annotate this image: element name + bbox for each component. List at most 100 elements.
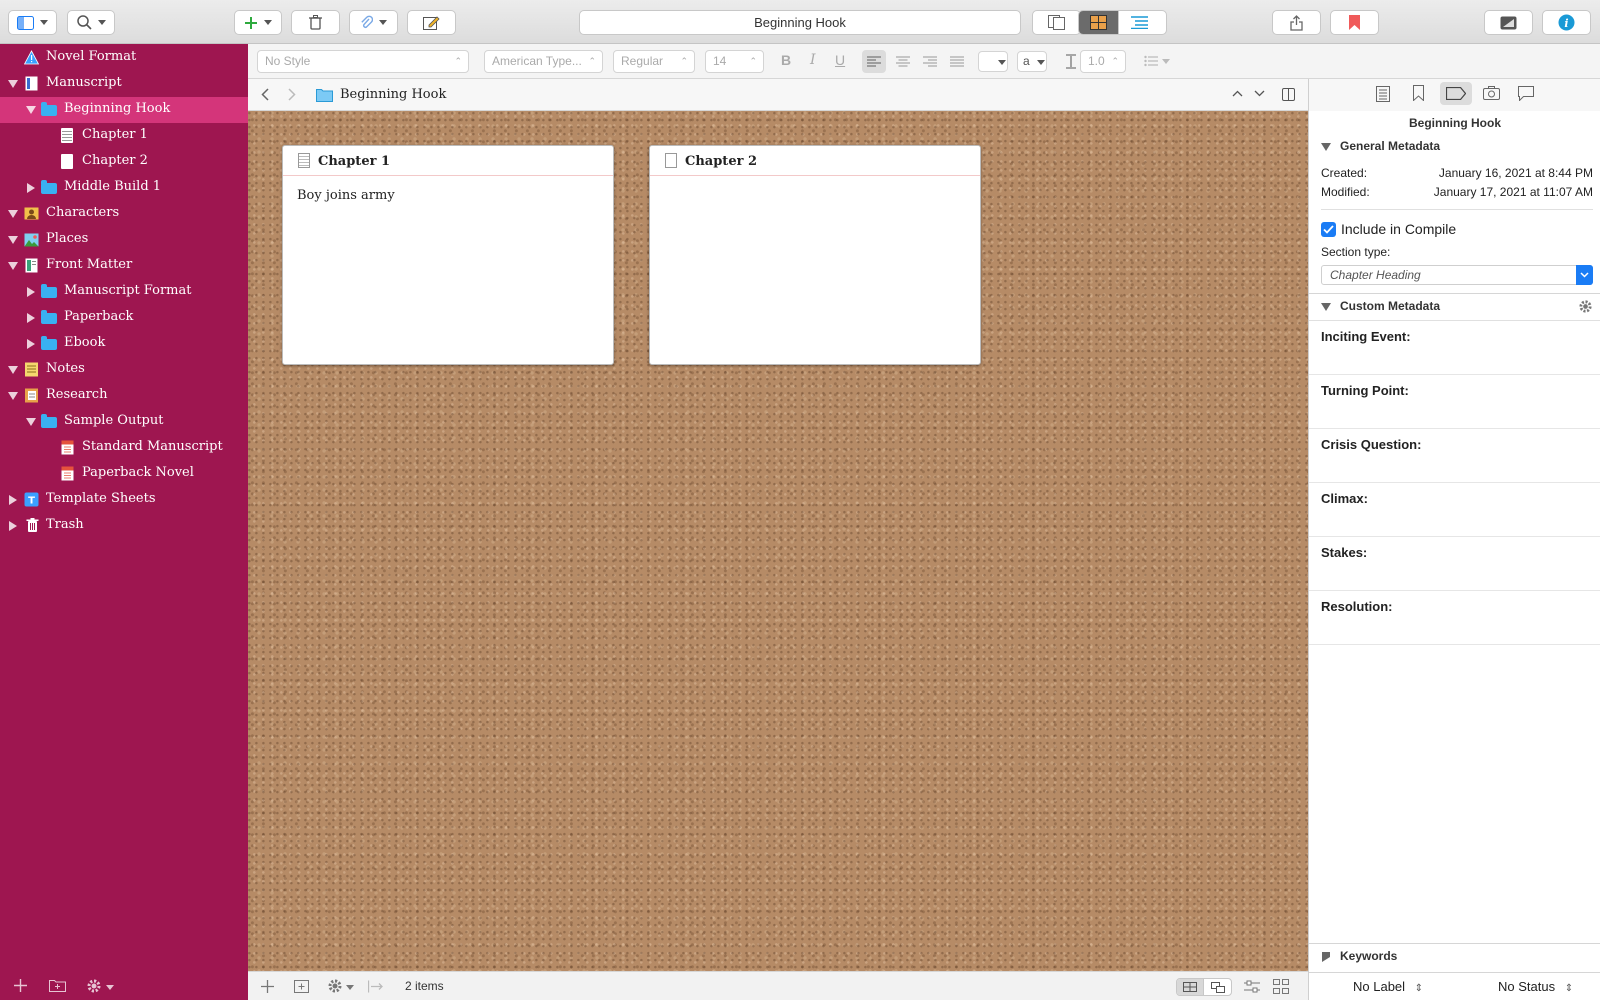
composition-mode-button[interactable] [1484, 10, 1533, 35]
bold-button[interactable]: B [781, 52, 791, 68]
binder-item-chapter-1[interactable]: Chapter 1 [0, 123, 248, 149]
include-in-compile-checkbox[interactable] [1321, 222, 1336, 237]
scrivenings-button[interactable] [1032, 10, 1081, 35]
binder-item-standard-manuscript[interactable]: Standard Manuscript [0, 435, 248, 461]
disclosure-triangle-icon[interactable] [8, 210, 18, 218]
disclosure-triangle-icon[interactable] [1322, 952, 1330, 962]
disclosure-triangle-icon[interactable] [26, 418, 36, 426]
compose-button[interactable] [407, 10, 456, 35]
notes-tab-icon[interactable] [1376, 86, 1390, 102]
resolution-field[interactable]: Resolution: [1309, 591, 1600, 645]
include-in-compile-row[interactable]: Include in Compile [1321, 221, 1593, 239]
add-icon[interactable] [14, 979, 27, 992]
index-card-synopsis[interactable] [650, 176, 980, 200]
binder-item-paperback[interactable]: Paperback [0, 305, 248, 331]
binder-item-ebook[interactable]: Ebook [0, 331, 248, 357]
align-center-icon[interactable] [896, 56, 910, 67]
index-card-synopsis[interactable]: Boy joins army [283, 176, 613, 215]
disclosure-triangle-icon[interactable] [8, 262, 18, 270]
list-icon[interactable] [1144, 55, 1158, 67]
text-color-select[interactable] [978, 51, 1008, 72]
card-layout-segmented[interactable] [1176, 978, 1232, 996]
chevron-up-icon[interactable] [1232, 90, 1243, 97]
disclosure-triangle-icon[interactable] [27, 183, 35, 193]
font-size-select[interactable]: 14 [705, 50, 764, 73]
split-view-icon[interactable] [1282, 88, 1295, 101]
disclosure-triangle-icon[interactable] [27, 339, 35, 349]
status-select[interactable]: No Status ⇕ [1498, 979, 1573, 994]
outliner-view-button[interactable] [1119, 11, 1159, 34]
binder-item-characters[interactable]: Characters [0, 201, 248, 227]
font-weight-select[interactable]: Regular [613, 50, 695, 73]
binder-item-beginning-hook[interactable]: Beginning Hook [0, 97, 248, 123]
climax-field[interactable]: Climax: [1309, 483, 1600, 537]
add-icon[interactable] [261, 980, 274, 993]
keywords-header[interactable]: Keywords [1309, 946, 1600, 968]
align-right-icon[interactable] [923, 56, 937, 67]
underline-button[interactable]: U [835, 52, 845, 68]
grid-mode-button[interactable] [1177, 979, 1205, 995]
share-button[interactable] [1272, 10, 1321, 35]
align-left-button[interactable] [862, 50, 886, 73]
binder-item-notes[interactable]: Notes [0, 357, 248, 383]
add-button[interactable] [234, 10, 282, 35]
binder-item-manuscript[interactable]: Manuscript [0, 71, 248, 97]
view-mode-segmented[interactable] [1078, 10, 1167, 35]
font-family-select[interactable]: American Type... [484, 50, 603, 73]
crisis-question-field[interactable]: Crisis Question: [1309, 429, 1600, 483]
sliders-icon[interactable] [1244, 980, 1260, 994]
disclosure-triangle-icon[interactable] [1321, 143, 1331, 151]
disclosure-triangle-icon[interactable] [8, 366, 18, 374]
section-type-select[interactable]: Chapter Heading [1321, 265, 1593, 285]
binder-item-places[interactable]: Places [0, 227, 248, 253]
search-button[interactable] [67, 10, 115, 35]
inspector-button[interactable]: i [1542, 10, 1591, 35]
disclosure-triangle-icon[interactable] [9, 495, 17, 505]
index-card[interactable]: Chapter 1 Boy joins army [282, 145, 614, 365]
binder-item-middle-build-1[interactable]: Middle Build 1 [0, 175, 248, 201]
turning-point-field[interactable]: Turning Point: [1309, 375, 1600, 429]
disclosure-triangle-icon[interactable] [27, 313, 35, 323]
stakes-field[interactable]: Stakes: [1309, 537, 1600, 591]
disclosure-triangle-icon[interactable] [1321, 303, 1331, 311]
binder-item-sample-output[interactable]: Sample Output [0, 409, 248, 435]
index-card[interactable]: Chapter 2 [649, 145, 981, 365]
add-folder-icon[interactable] [49, 978, 66, 992]
binder-item-template-sheets[interactable]: T Template Sheets [0, 487, 248, 513]
disclosure-triangle-icon[interactable] [9, 521, 17, 531]
back-arrow-icon[interactable] [261, 88, 269, 101]
binder-item-front-matter[interactable]: Front Matter [0, 253, 248, 279]
attach-button[interactable] [349, 10, 398, 35]
disclosure-triangle-icon[interactable] [8, 236, 18, 244]
disclosure-triangle-icon[interactable] [8, 80, 18, 88]
add-folder-icon[interactable] [294, 979, 309, 993]
line-spacing-select[interactable]: 1.0 [1080, 50, 1126, 73]
index-card-title[interactable]: Chapter 1 [318, 154, 390, 169]
binder-item-manuscript-format[interactable]: Manuscript Format [0, 279, 248, 305]
camera-icon[interactable] [1483, 86, 1500, 100]
italic-button[interactable]: I [810, 52, 816, 68]
metadata-tab[interactable] [1440, 82, 1472, 105]
disclosure-triangle-icon[interactable] [27, 287, 35, 297]
binder-item-chapter-2[interactable]: Chapter 2 [0, 149, 248, 175]
align-justify-icon[interactable] [950, 56, 964, 67]
binder-item-novel-format[interactable]: Novel Format [0, 45, 248, 71]
comment-icon[interactable] [1518, 86, 1534, 101]
gear-icon[interactable] [327, 978, 343, 994]
gear-icon[interactable] [1578, 299, 1593, 314]
move-icon[interactable] [368, 980, 384, 993]
binder-item-trash[interactable]: Trash [0, 513, 248, 539]
paragraph-style-select[interactable]: No Style [257, 50, 469, 73]
inciting-event-field[interactable]: Inciting Event: [1309, 321, 1600, 375]
view-toggle-button[interactable] [8, 10, 57, 35]
delete-button[interactable] [291, 10, 340, 35]
layout-icon[interactable] [1273, 979, 1289, 994]
binder-item-research[interactable]: Research [0, 383, 248, 409]
custom-metadata-header[interactable]: Custom Metadata [1309, 296, 1600, 318]
chevron-down-icon[interactable] [1254, 90, 1265, 97]
forward-arrow-icon[interactable] [288, 88, 296, 101]
corkboard[interactable]: Chapter 1 Boy joins army Chapter 2 [248, 111, 1308, 971]
label-select[interactable]: No Label ⇕ [1353, 979, 1423, 994]
freeform-mode-button[interactable] [1204, 979, 1231, 995]
disclosure-triangle-icon[interactable] [8, 392, 18, 400]
